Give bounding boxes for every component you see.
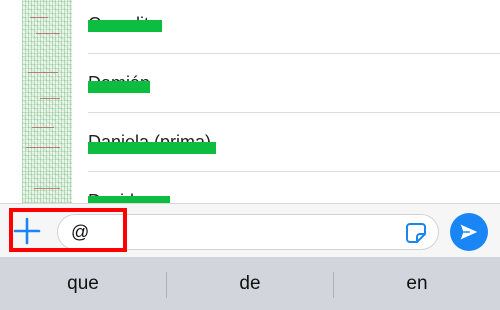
mention-row[interactable]: Damián [0, 54, 500, 113]
message-composer: @ [0, 203, 500, 257]
avatar [22, 0, 72, 54]
send-icon [460, 224, 478, 240]
redaction-bar [88, 142, 216, 154]
suggestion-item[interactable]: en [334, 257, 500, 310]
redaction-bar [88, 196, 170, 203]
send-button[interactable] [450, 213, 488, 251]
mention-list: Camelita Damián Daniela (prima) David [0, 0, 500, 203]
avatar [22, 54, 72, 113]
plus-icon [13, 217, 41, 245]
suggestion-item[interactable]: de [167, 257, 333, 310]
avatar [22, 113, 72, 172]
suggestion-item[interactable]: que [0, 257, 166, 310]
message-input[interactable]: @ [57, 214, 439, 250]
keyboard-suggestion-bar: que de en [0, 257, 500, 310]
mention-row[interactable]: Camelita [0, 0, 500, 54]
sticker-button[interactable] [405, 222, 427, 244]
mention-row[interactable]: David [0, 172, 500, 203]
mention-row[interactable]: Daniela (prima) [0, 113, 500, 172]
redaction-bar [88, 20, 162, 32]
redaction-bar [88, 81, 150, 93]
add-attachment-button[interactable] [12, 216, 42, 246]
message-input-value: @ [71, 222, 90, 242]
sticker-icon [406, 223, 426, 243]
avatar [22, 172, 72, 203]
